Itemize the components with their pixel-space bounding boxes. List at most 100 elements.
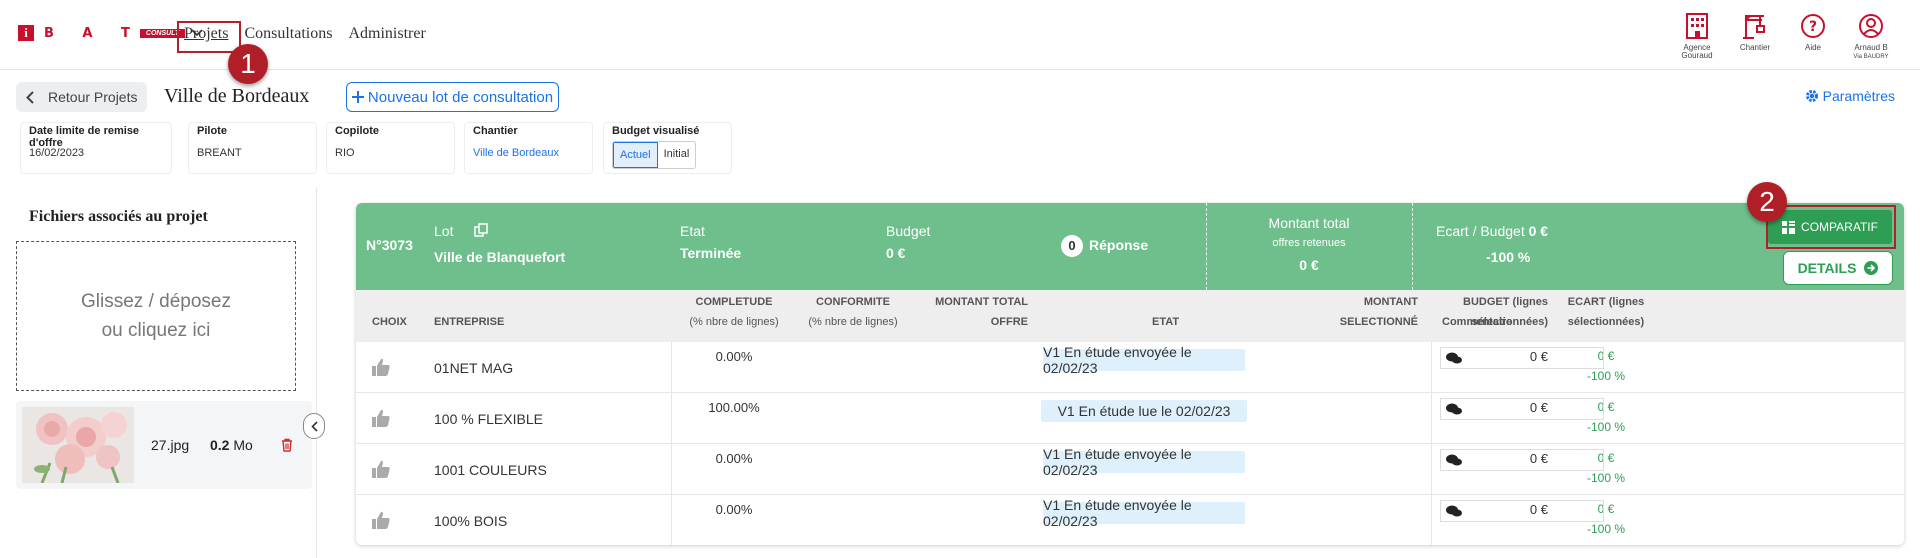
th-commentaire: Commentaire (1442, 316, 1513, 328)
thumb-up-icon[interactable] (371, 408, 391, 433)
file-dropzone[interactable]: Glissez / déposez ou cliquez ici (16, 241, 296, 391)
row-entreprise: 100 % FLEXIBLE (434, 411, 543, 427)
budget-actuel-option[interactable]: Actuel (613, 142, 658, 168)
budget-label: Budget (886, 223, 931, 239)
highlight-projets (177, 21, 241, 53)
date-value: 16/02/2023 (29, 147, 85, 159)
comments-icon (1446, 352, 1462, 364)
budget-initial-option[interactable]: Initial (658, 142, 696, 168)
comments-icon (1446, 505, 1462, 517)
ecart-pct: -100 % (1486, 249, 1531, 265)
comments-icon (1446, 454, 1462, 466)
row-ecart-pct: -100 % (1586, 420, 1626, 434)
column-divider (1431, 342, 1432, 393)
etat-value: Terminée (680, 245, 742, 261)
back-to-projects-button[interactable]: Retour Projets (16, 82, 147, 112)
back-label: Retour Projets (48, 89, 138, 105)
comment-input[interactable] (1440, 347, 1604, 369)
budget-field: Budget visualisé Actuel Initial (603, 122, 732, 174)
details-button[interactable]: DETAILS (1783, 251, 1893, 285)
copy-icon[interactable] (474, 223, 488, 242)
gear-icon (1805, 90, 1818, 102)
crane-icon (1743, 15, 1765, 39)
logo-i: i (18, 25, 34, 41)
row-etat: V1 En étude lue le 02/02/23 (1041, 400, 1247, 422)
th-ecart-1: ECART (lignes (1567, 296, 1645, 308)
table-row: 100 % FLEXIBLE 100.00% V1 En étude lue l… (356, 393, 1904, 444)
row-ecart-pct: -100 % (1586, 369, 1626, 383)
table-header: CHOIX ENTREPRISE COMPLETUDE (% nbre de li… (356, 290, 1904, 342)
lot-name: Ville de Blanquefort (434, 249, 566, 265)
row-etat: V1 En étude envoyée le 02/02/23 (1043, 446, 1245, 478)
aide-button[interactable]: ? Aide (1784, 12, 1842, 61)
th-montant-1: MONTANT TOTAL (935, 296, 1028, 308)
top-right-icons: Agence Gouraud Chantier ? Aide Arnaud B … (1668, 12, 1900, 61)
th-conformite: CONFORMITE (% nbre de lignes) (793, 292, 913, 332)
comment-input[interactable] (1440, 500, 1604, 522)
chantier-button[interactable]: Chantier (1726, 12, 1784, 61)
file-size-value: 0.2 (210, 437, 230, 453)
thumb-up-icon[interactable] (371, 357, 391, 382)
annotation-1: 1 (228, 44, 268, 84)
table-row: 01NET MAG 0.00% V1 En étude envoyée le 0… (356, 342, 1904, 393)
drop-line-2: ou cliquez ici (101, 320, 211, 341)
budget-value: 0 € (886, 245, 906, 261)
details-label: DETAILS (1797, 260, 1857, 276)
column-divider (671, 342, 672, 393)
nav-administrer[interactable]: Administrer (340, 22, 433, 46)
new-lot-button[interactable]: Nouveau lot de consultation (346, 82, 559, 112)
top-bar: i B A T CONSULT Projets Consultations Ad… (0, 0, 1920, 70)
building-icon (1686, 13, 1708, 39)
annotation-2: 2 (1747, 182, 1787, 222)
th-budget-1: BUDGET (lignes (1463, 296, 1548, 308)
ecart-header: Ecart / Budget 0 € (1436, 223, 1548, 239)
row-completude: 0.00% (715, 349, 753, 364)
th-montsel-2: SELECTIONNÉ (1339, 316, 1418, 328)
row-etat: V1 En étude envoyée le 02/02/23 (1043, 497, 1245, 529)
th-completude-2: (% nbre de lignes) (689, 316, 779, 328)
files-title: Fichiers associés au projet (29, 208, 208, 225)
user-sub: Via BAUDRY (1853, 54, 1889, 60)
column-divider (1431, 444, 1432, 495)
chantier-link[interactable]: Ville de Bordeaux (473, 147, 559, 159)
row-ecart-pct: -100 % (1586, 522, 1626, 536)
responses-label: Réponse (1089, 237, 1149, 253)
row-completude: 0.00% (715, 451, 753, 466)
file-thumbnail[interactable] (22, 407, 134, 483)
parametres-label: Paramètres (1822, 88, 1895, 104)
thumb-up-icon[interactable] (371, 459, 391, 484)
plus-icon (351, 91, 364, 103)
th-montant-2: OFFRE (990, 316, 1028, 328)
chantier-field: Chantier Ville de Bordeaux (464, 122, 593, 174)
responses: 0 Réponse (1061, 235, 1148, 257)
parametres-link[interactable]: Paramètres (1805, 88, 1895, 104)
ecart-label: Ecart / Budget (1436, 223, 1525, 239)
comment-input[interactable] (1440, 398, 1604, 420)
agence-button[interactable]: Agence Gouraud (1668, 12, 1726, 61)
logo-letters: B A T (44, 25, 142, 41)
th-ecart: ECART (lignes sélectionnées) (1551, 292, 1661, 332)
row-entreprise: 1001 COULEURS (434, 462, 547, 478)
user-button[interactable]: Arnaud B Via BAUDRY (1842, 12, 1900, 61)
lot-card: N°3073 Lot Ville de Blanquefort Etat Ter… (356, 203, 1904, 545)
nav-consultations[interactable]: Consultations (236, 22, 340, 46)
date-field: Date limite de remise d'offre 16/02/2023 (20, 122, 172, 174)
thumb-up-icon[interactable] (371, 510, 391, 535)
delete-file-button[interactable] (281, 438, 293, 457)
comments-icon (1446, 403, 1462, 415)
collapse-panel-button[interactable] (303, 413, 325, 439)
montant-label: Montant total (1268, 215, 1350, 231)
user-name: Arnaud B (1854, 43, 1888, 52)
files-panel: Fichiers associés au projet Glissez / dé… (0, 188, 317, 558)
chantier-label: Chantier (1739, 43, 1771, 52)
row-completude: 100.00% (708, 400, 760, 415)
etat-label: Etat (680, 223, 705, 239)
montant-value: 0 € (1299, 257, 1319, 273)
th-ecart-2: sélectionnées) (1567, 316, 1645, 328)
file-item: 27.jpg 0.2 Mo (16, 401, 312, 489)
comment-input[interactable] (1440, 449, 1604, 471)
table-row: 100% BOIS 0.00% V1 En étude envoyée le 0… (356, 495, 1904, 545)
column-divider (671, 444, 672, 495)
highlight-comparatif (1766, 205, 1896, 249)
copilote-field: Copilote RIO (326, 122, 455, 174)
